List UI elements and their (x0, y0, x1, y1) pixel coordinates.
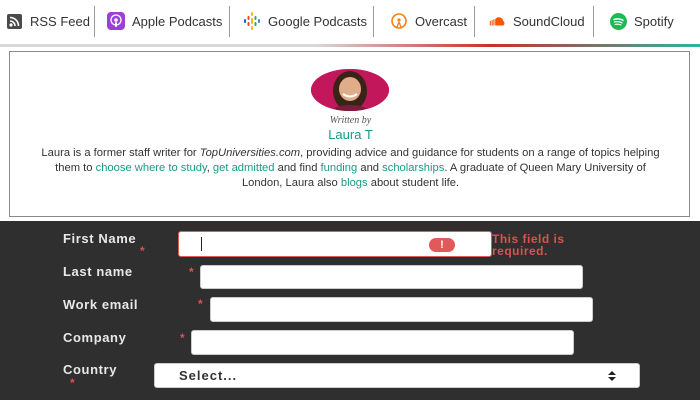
rss-feed-label: RSS Feed (30, 13, 90, 29)
last-name-label: Last name (63, 264, 133, 279)
country-select-value: Select... (179, 368, 238, 383)
required-marker: * (140, 244, 145, 258)
author-card: Written by Laura T Laura is a former sta… (9, 51, 690, 217)
overcast-label: Overcast (415, 13, 468, 29)
google-podcasts-icon (243, 12, 261, 30)
required-marker: * (180, 331, 185, 345)
spotify-label: Spotify (634, 13, 674, 29)
error-icon: ! (429, 238, 455, 252)
accent-divider-line (0, 44, 700, 47)
rss-icon (5, 12, 23, 30)
required-marker: * (189, 265, 194, 279)
apple-podcasts-link[interactable]: Apple Podcasts (107, 7, 222, 35)
blogs-link[interactable]: blogs (341, 177, 368, 189)
first-name-label: First Name (63, 231, 137, 246)
overcast-link[interactable]: Overcast (390, 7, 467, 35)
author-name-link[interactable]: Laura T (10, 127, 691, 142)
written-by-label: Written by (329, 115, 372, 126)
required-marker: * (198, 297, 203, 311)
select-arrows-icon (608, 371, 616, 381)
first-name-error-message: This field is required. (492, 232, 565, 258)
company-input[interactable] (191, 330, 574, 355)
funding-link[interactable]: funding (321, 162, 358, 174)
soundcloud-link[interactable]: SoundCloud (488, 7, 585, 35)
google-podcasts-label: Google Podcasts (268, 13, 368, 29)
divider (229, 6, 230, 37)
spotify-icon (609, 12, 627, 30)
work-email-input[interactable] (210, 297, 593, 322)
first-name-input[interactable]: ! (178, 231, 492, 257)
podcast-links-bar: RSS Feed Apple Podcasts Google Podcasts … (0, 0, 700, 42)
divider (373, 6, 374, 37)
spotify-link[interactable]: Spotify (609, 7, 674, 35)
divider (94, 6, 95, 37)
choose-where-to-study-link[interactable]: choose where to study (96, 162, 207, 174)
divider (474, 6, 475, 37)
google-podcasts-link[interactable]: Google Podcasts (243, 7, 367, 35)
text-caret (201, 237, 202, 251)
country-label: Country (63, 362, 118, 377)
get-admitted-link[interactable]: get admitted (213, 162, 275, 174)
author-avatar (311, 69, 389, 111)
country-select[interactable]: Select... (154, 363, 640, 388)
rss-feed-link[interactable]: RSS Feed (5, 7, 90, 35)
bio-text: Laura is a former staff writer for (41, 147, 200, 159)
bio-publication: TopUniversities.com (199, 147, 301, 159)
divider (593, 6, 594, 37)
required-marker: * (70, 376, 75, 390)
bio-text: about student life. (367, 177, 460, 190)
overcast-icon (390, 12, 408, 30)
last-name-input[interactable] (200, 265, 583, 289)
scholarships-link[interactable]: scholarships (382, 162, 444, 174)
soundcloud-label: SoundCloud (513, 13, 585, 29)
company-label: Company (63, 330, 127, 345)
apple-podcasts-icon (107, 12, 125, 30)
author-bio: Laura is a former staff writer for TopUn… (34, 146, 667, 192)
work-email-label: Work email (63, 297, 139, 312)
bio-text: and find (274, 162, 321, 175)
apple-podcasts-label: Apple Podcasts (132, 13, 223, 29)
bio-text: and (357, 162, 383, 175)
soundcloud-icon (488, 12, 506, 30)
contact-form: First Name * This field is required. ! L… (0, 221, 700, 400)
